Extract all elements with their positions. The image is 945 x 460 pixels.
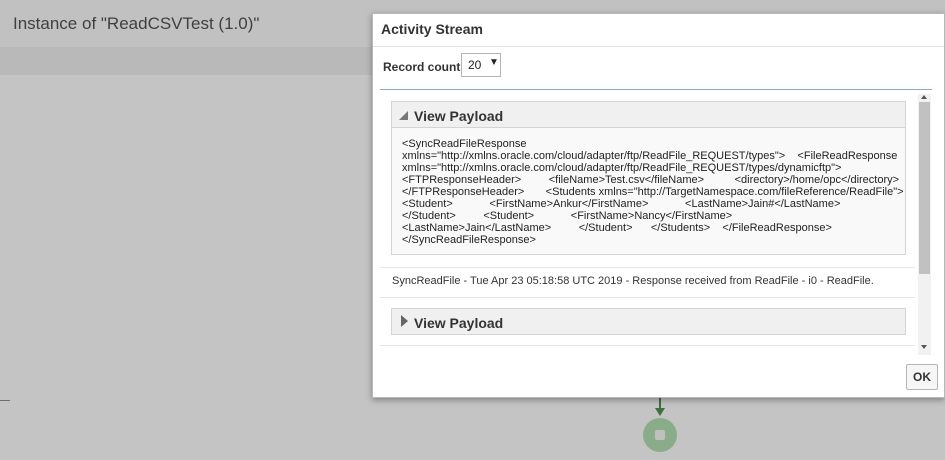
stream-divider	[380, 345, 915, 346]
payload-line: </SyncReadFileResponse>	[402, 234, 536, 246]
activity-stream-dialog: Activity Stream Record count 20 ▼ View P…	[372, 13, 945, 398]
scrollbar-thumb[interactable]	[919, 102, 930, 274]
caret-down-icon: ▼	[489, 57, 499, 68]
scroll-up-icon[interactable]	[921, 95, 927, 99]
record-count-value: 20	[468, 58, 482, 72]
stream-divider	[380, 267, 915, 268]
stream-scrollbar[interactable]	[918, 94, 931, 355]
triangle-collapsed-icon	[401, 315, 408, 327]
dialog-title: Activity Stream	[381, 21, 483, 37]
activity-event-message: SyncReadFile - Tue Apr 23 05:18:58 UTC 2…	[392, 275, 874, 287]
scroll-down-icon[interactable]	[921, 345, 927, 349]
payload-line: </FTPResponseHeader> <Students xmlns="ht…	[402, 186, 904, 198]
activity-stream-list: View Payload <SyncReadFileResponse xmlns…	[380, 89, 932, 355]
payload-line: <Student> <FirstName>Ankur</FirstName> <…	[402, 198, 841, 210]
record-count-select[interactable]: 20 ▼	[461, 53, 501, 77]
payload-line: <FTPResponseHeader> <fileName>Test.csv</…	[402, 174, 900, 186]
record-count-label: Record count	[383, 60, 461, 74]
payload-line: <LastName>Jain</LastName> </Student> </S…	[402, 222, 832, 234]
payload-line: xmlns="http://xmlns.oracle.com/cloud/ada…	[402, 162, 842, 174]
view-payload-label: View Payload	[414, 315, 504, 331]
dialog-title-divider	[373, 46, 944, 47]
payload-line: <SyncReadFileResponse	[402, 138, 527, 150]
stream-divider	[380, 297, 915, 298]
ok-button[interactable]: OK	[906, 364, 938, 390]
payload-line: </Student> <Student> <FirstName>Nancy</F…	[402, 210, 733, 222]
view-payload-toggle[interactable]: View Payload	[391, 101, 906, 128]
view-payload-label: View Payload	[414, 108, 504, 124]
view-payload-toggle[interactable]: View Payload	[391, 308, 906, 335]
payload-content: <SyncReadFileResponse xmlns="http://xmln…	[391, 128, 906, 255]
triangle-expanded-icon	[399, 111, 408, 120]
payload-line: xmlns="http://xmlns.oracle.com/cloud/ada…	[402, 150, 898, 162]
